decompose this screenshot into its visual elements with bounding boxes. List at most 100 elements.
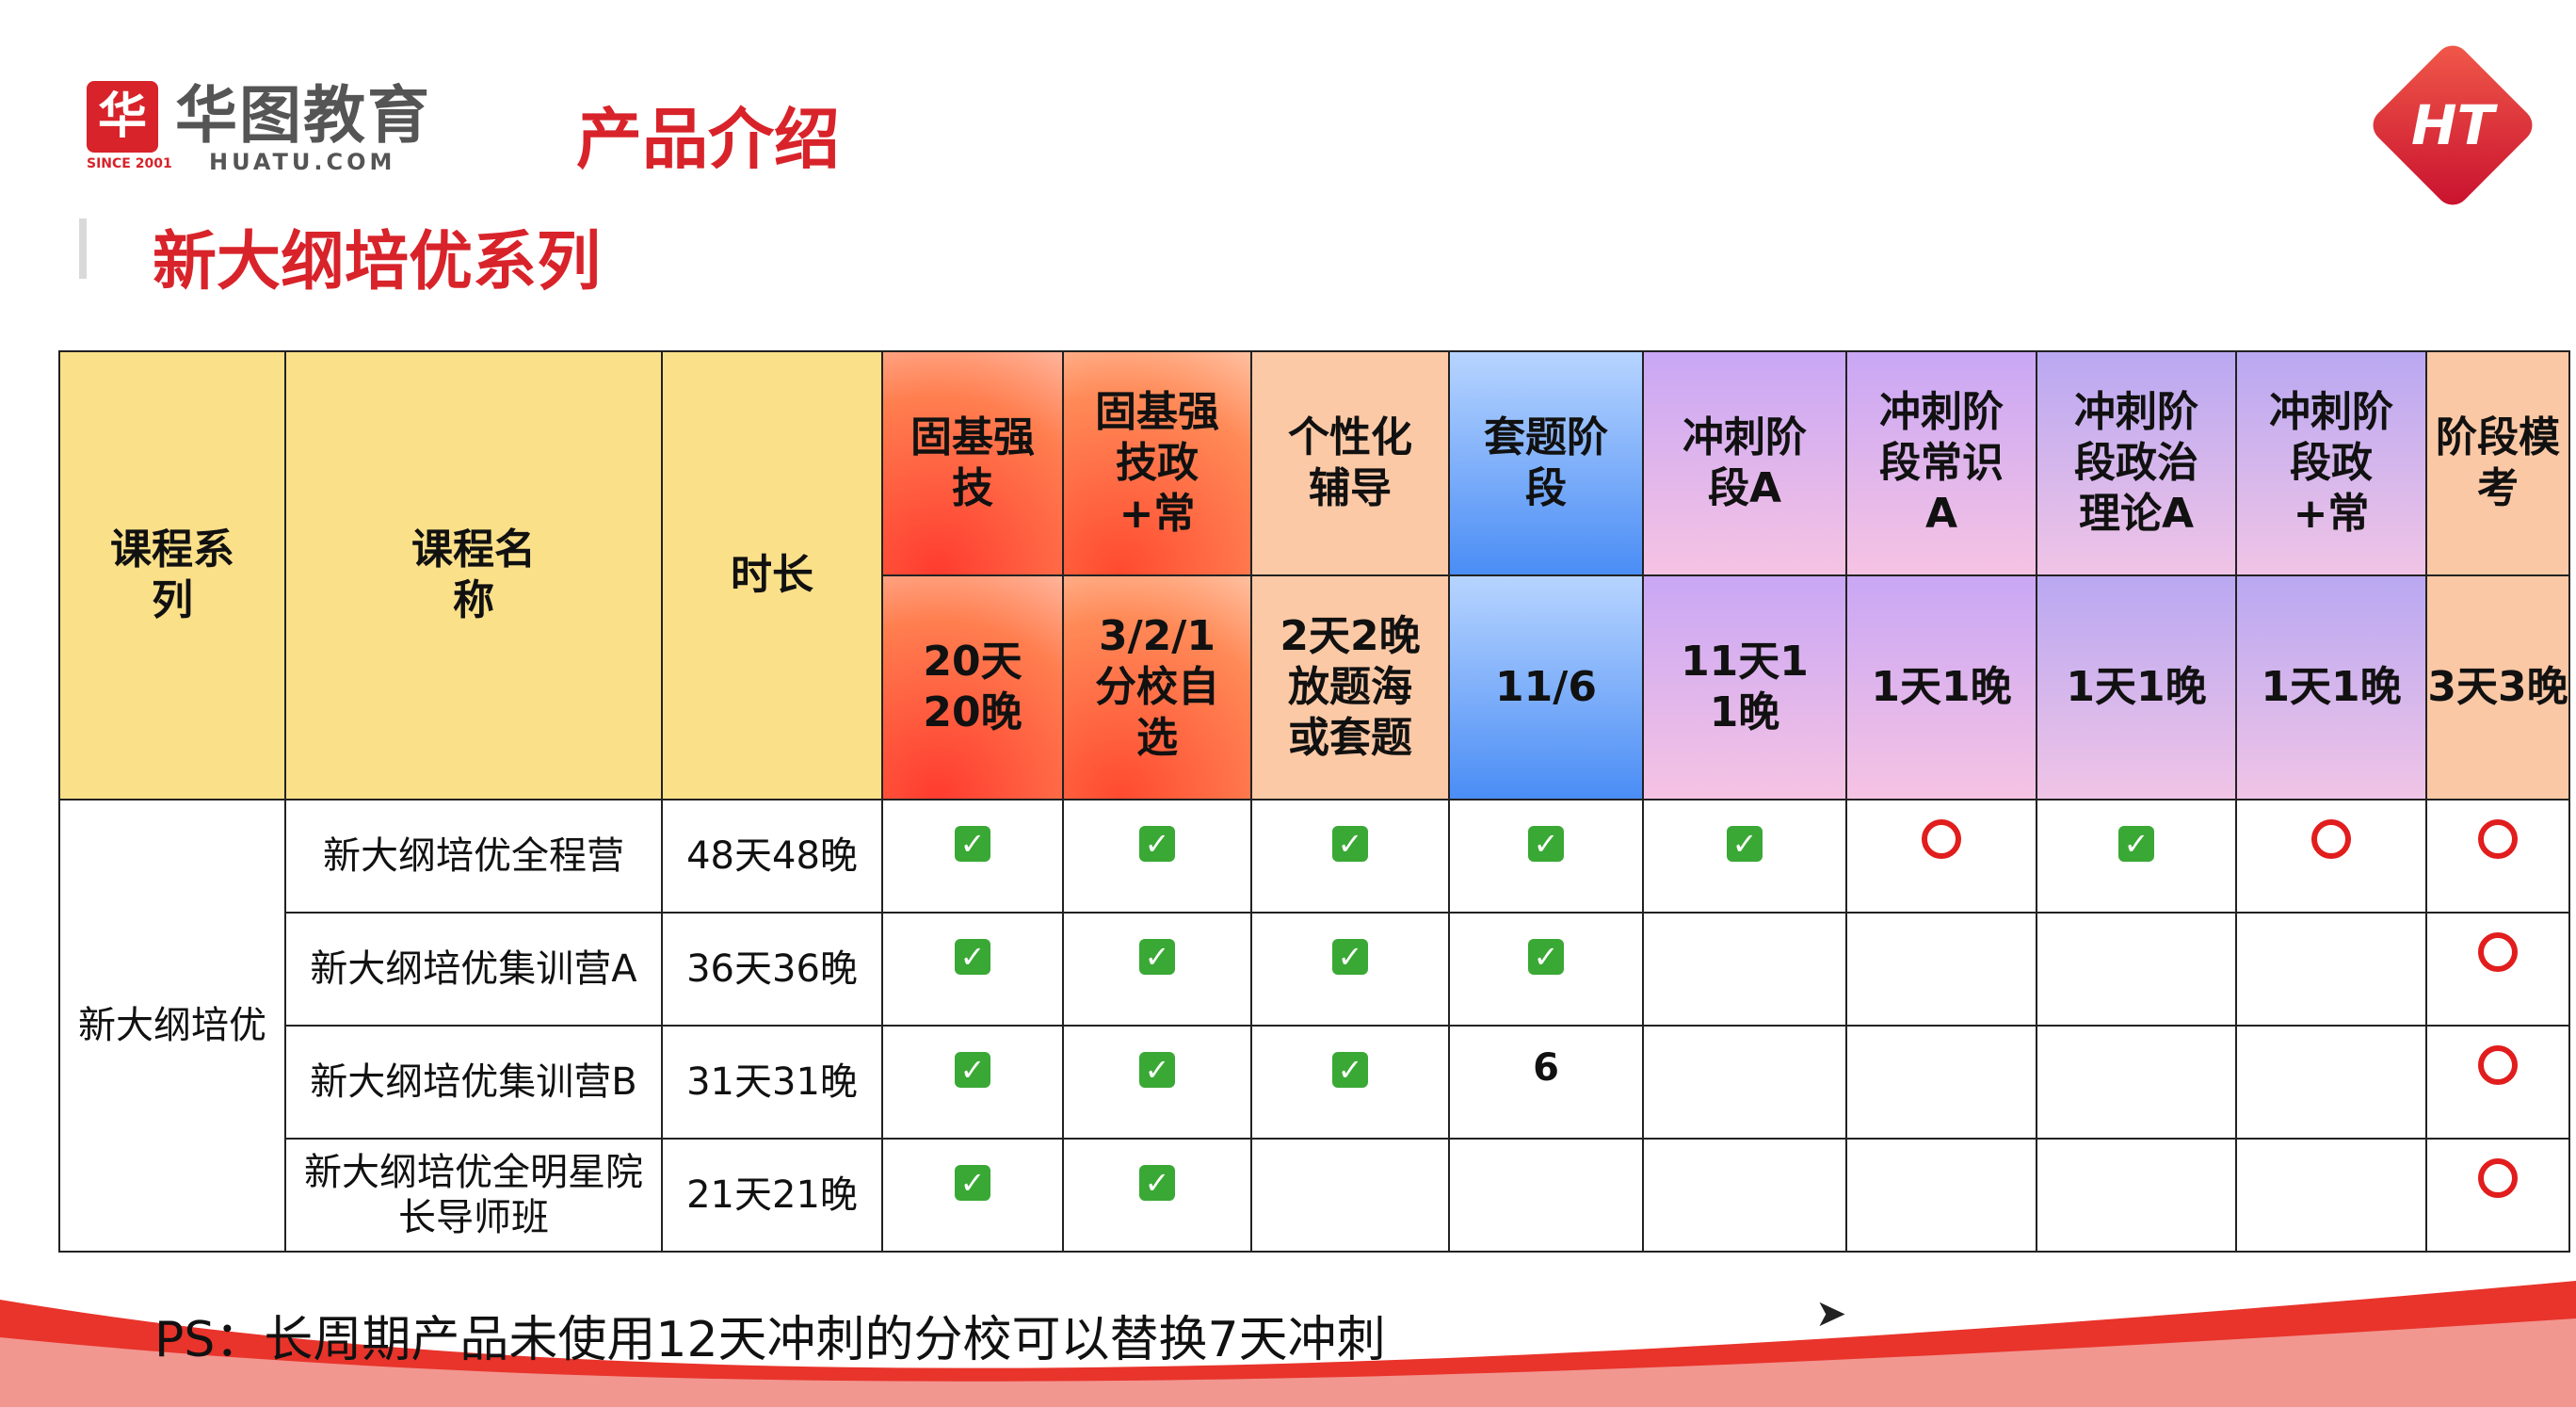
- table-row: 新大纲培优全明星院长导师班 21天21晚 ✓ ✓: [59, 1138, 2570, 1253]
- empty-cell: [2235, 1138, 2427, 1253]
- check-icon: ✓: [955, 939, 990, 975]
- value-cell: 6: [1448, 1025, 1644, 1140]
- check-icon: ✓: [1528, 939, 1564, 975]
- check-icon: ✓: [2118, 826, 2154, 862]
- table-row: 新大纲培优集训营B 31天31晚 ✓ ✓ ✓ 6: [59, 1025, 2570, 1140]
- empty-cell: [2036, 912, 2237, 1027]
- check-icon: ✓: [1332, 826, 1368, 862]
- empty-cell: [2235, 912, 2427, 1027]
- check-icon: ✓: [1332, 1052, 1368, 1088]
- check-cell: ✓: [1062, 912, 1252, 1027]
- duration-cell: 31天31晚: [661, 1025, 883, 1140]
- table-row: 新大纲培优集训营A 36天36晚 ✓ ✓ ✓ ✓: [59, 912, 2570, 1027]
- check-cell: ✓: [1448, 799, 1644, 914]
- empty-cell: [1845, 1138, 2037, 1253]
- check-icon: ✓: [955, 826, 990, 862]
- empty-cell: [2235, 1025, 2427, 1140]
- check-cell: ✓: [881, 1025, 1064, 1140]
- section-title-bar: [79, 218, 87, 279]
- stage-detail: 3/2/1分校自选: [1062, 574, 1252, 801]
- stage-title: 固基强技政+常: [1062, 350, 1252, 576]
- course-name-cell: 新大纲培优集训营B: [284, 1025, 663, 1140]
- stage-detail: 1天1晚: [1845, 574, 2037, 801]
- empty-cell: [1250, 1138, 1450, 1253]
- course-table: 课程系列 课程名称 时长 固基强技 固基强技政+常 个性化辅导 套题阶段 冲刺阶…: [58, 350, 2570, 1253]
- course-name-cell: 新大纲培优集训营A: [284, 912, 663, 1027]
- section-title: 新大纲培优系列: [153, 225, 602, 299]
- check-icon: ✓: [955, 1165, 990, 1201]
- check-icon: ✓: [1332, 939, 1368, 975]
- circle-icon: [2478, 932, 2518, 972]
- check-cell: ✓: [881, 1138, 1064, 1253]
- check-icon: ✓: [1139, 1165, 1175, 1201]
- check-cell: ✓: [1062, 1025, 1252, 1140]
- circle-icon: [2478, 1158, 2518, 1198]
- check-cell: ✓: [1250, 1025, 1450, 1140]
- circle-icon: [1922, 819, 1961, 859]
- logo-since-text: SINCE 2001: [87, 156, 172, 171]
- circle-cell: [1845, 799, 2037, 914]
- stage-title: 阶段模考: [2425, 350, 2570, 576]
- stage-detail: 2天2晚放题海或套题: [1250, 574, 1450, 801]
- duration-cell: 21天21晚: [661, 1138, 883, 1253]
- stage-title: 固基强技: [881, 350, 1064, 576]
- check-icon: ✓: [1139, 826, 1175, 862]
- empty-cell: [2036, 1138, 2237, 1253]
- check-cell: ✓: [881, 799, 1064, 914]
- circle-icon: [2311, 819, 2351, 859]
- course-name-cell: 新大纲培优全明星院长导师班: [284, 1138, 663, 1253]
- circle-cell: [2425, 1025, 2570, 1140]
- stage-title: 个性化辅导: [1250, 350, 1450, 576]
- empty-cell: [1642, 1138, 1847, 1253]
- duration-cell: 48天48晚: [661, 799, 883, 914]
- header-course-series: 课程系列: [58, 350, 286, 801]
- huatu-logo-icon: 华: [87, 81, 158, 153]
- footer-note: PS：长周期产品未使用12天冲刺的分校可以替换7天冲刺: [154, 1312, 1386, 1368]
- stage-title: 冲刺阶段政治理论A: [2036, 350, 2237, 576]
- stage-title: 冲刺阶段政+常: [2235, 350, 2427, 576]
- empty-cell: [2036, 1025, 2237, 1140]
- stage-detail: 3天3晚: [2425, 574, 2570, 801]
- check-icon: ✓: [955, 1052, 990, 1088]
- stage-detail: 1天1晚: [2235, 574, 2427, 801]
- stage-title: 套题阶段: [1448, 350, 1644, 576]
- empty-cell: [1642, 912, 1847, 1027]
- check-cell: ✓: [1448, 912, 1644, 1027]
- empty-cell: [1642, 1025, 1847, 1140]
- check-icon: ✓: [1139, 1052, 1175, 1088]
- check-cell: ✓: [1250, 912, 1450, 1027]
- circle-cell: [2235, 799, 2427, 914]
- check-cell: ✓: [1062, 799, 1252, 914]
- check-icon: ✓: [1727, 826, 1763, 862]
- empty-cell: [1448, 1138, 1644, 1253]
- check-cell: ✓: [1642, 799, 1847, 914]
- series-cell: 新大纲培优: [58, 799, 286, 1253]
- circle-cell: [2425, 799, 2570, 914]
- check-icon: ✓: [1139, 939, 1175, 975]
- table-row: 新大纲培优 新大纲培优全程营 48天48晚 ✓ ✓ ✓ ✓ ✓ ✓: [58, 799, 2570, 1253]
- ht-badge-text: HT: [2410, 93, 2495, 157]
- logo-chinese-text: 华图教育: [175, 79, 431, 152]
- stage-title: 冲刺阶段常识A: [1845, 350, 2037, 576]
- circle-icon: [2478, 1045, 2518, 1085]
- page-title: 产品介绍: [576, 101, 840, 178]
- circle-cell: [2425, 1138, 2570, 1253]
- logo-english-text: HUATU.COM: [209, 149, 396, 175]
- course-name-cell: 新大纲培优全程营: [284, 799, 663, 914]
- empty-cell: [1845, 1025, 2037, 1140]
- header-duration: 时长: [661, 350, 883, 801]
- huatu-logo: 华 华图教育 HUATU.COM SINCE 2001: [87, 81, 431, 173]
- stage-detail: 20天 20晚: [881, 574, 1064, 801]
- check-cell: ✓: [2036, 799, 2237, 914]
- mouse-cursor-icon: ➤: [1815, 1292, 1847, 1335]
- check-icon: ✓: [1528, 826, 1564, 862]
- stage-detail: 11/6: [1448, 574, 1644, 801]
- empty-cell: [1845, 912, 2037, 1027]
- check-cell: ✓: [881, 912, 1064, 1027]
- stage-title: 冲刺阶段A: [1642, 350, 1847, 576]
- circle-cell: [2425, 912, 2570, 1027]
- stage-detail: 1天1晚: [2036, 574, 2237, 801]
- circle-icon: [2478, 819, 2518, 859]
- check-cell: ✓: [1062, 1138, 1252, 1253]
- header-course-name: 课程名称: [284, 350, 663, 801]
